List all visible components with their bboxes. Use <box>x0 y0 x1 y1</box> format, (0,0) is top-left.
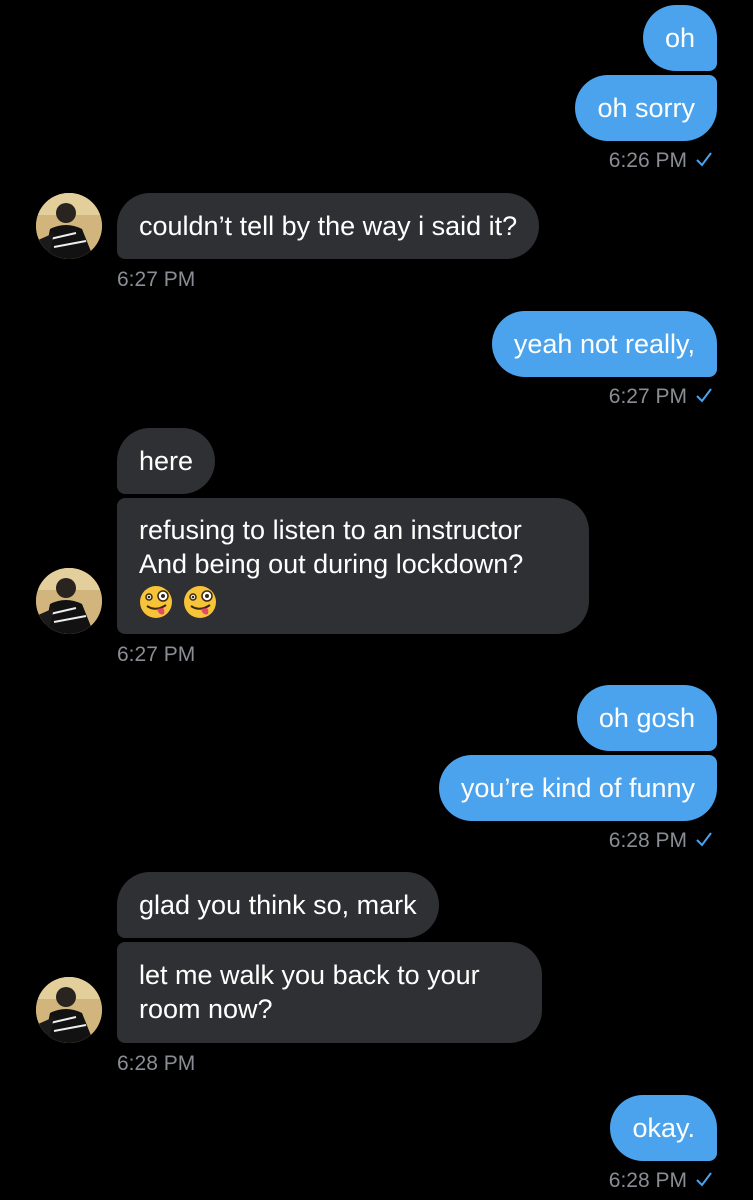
message-timestamp: 6:27 PM <box>117 643 195 667</box>
message-timestamp: 6:27 PM <box>609 385 713 409</box>
contact-avatar[interactable] <box>36 193 102 259</box>
message-text: here <box>139 446 194 476</box>
timestamp-text: 6:27 PM <box>117 268 196 291</box>
sent-message-bubble[interactable]: oh sorry <box>575 75 717 141</box>
sent-message-bubble[interactable]: okay. <box>610 1095 717 1161</box>
checkmark-icon <box>696 832 712 847</box>
timestamp-text: 6:26 PM <box>608 149 687 172</box>
zany-face-emoji <box>184 585 216 618</box>
received-message-bubble[interactable]: refusing to listen to an instructor And … <box>117 498 589 634</box>
timestamp-text: 6:28 PM <box>608 1169 687 1192</box>
message-text: okay. <box>632 1113 695 1143</box>
message-text: oh gosh <box>598 703 695 733</box>
contact-avatar[interactable] <box>36 568 102 634</box>
received-message-bubble[interactable]: couldn’t tell by the way i said it? <box>117 193 540 259</box>
message-timestamp: 6:27 PM <box>117 268 195 292</box>
sent-message-bubble[interactable]: oh gosh <box>576 685 717 751</box>
message-timestamp: 6:28 PM <box>117 1052 195 1076</box>
timestamp-text: 6:27 PM <box>608 385 687 408</box>
emoji-row <box>139 583 567 619</box>
sent-message-bubble[interactable]: you’re kind of funny <box>438 755 717 821</box>
message-text: yeah not really, <box>513 329 695 359</box>
message-text: glad you think so, mark <box>139 890 417 920</box>
checkmark-icon <box>696 152 712 167</box>
contact-avatar[interactable] <box>36 977 102 1043</box>
received-message-bubble[interactable]: glad you think so, mark <box>117 872 439 938</box>
message-timestamp: 6:28 PM <box>609 1169 713 1193</box>
sent-message-bubble[interactable]: yeah not really, <box>491 311 717 377</box>
avatar-image <box>36 568 102 634</box>
timestamp-text: 6:28 PM <box>117 1052 196 1075</box>
message-text-line: let me walk you back to your <box>139 960 480 990</box>
timestamp-text: 6:27 PM <box>117 643 196 666</box>
received-message-bubble[interactable]: let me walk you back to your room now? <box>117 942 542 1043</box>
message-text: oh sorry <box>597 93 695 123</box>
message-timestamp: 6:26 PM <box>609 149 713 173</box>
message-text: couldn’t tell by the way i said it? <box>139 211 518 241</box>
message-text: oh <box>664 23 695 53</box>
avatar-image <box>36 193 102 259</box>
message-text: you’re kind of funny <box>460 773 695 803</box>
message-timestamp: 6:28 PM <box>609 829 713 853</box>
received-message-bubble[interactable]: here <box>117 428 216 494</box>
checkmark-icon <box>696 388 712 403</box>
message-text-line: refusing to listen to an instructor <box>139 515 522 545</box>
timestamp-text: 6:28 PM <box>608 829 687 852</box>
checkmark-icon <box>696 1172 712 1187</box>
sent-message-bubble[interactable]: oh <box>642 5 717 71</box>
message-text-line: room now? <box>139 994 273 1024</box>
avatar-image <box>36 977 102 1043</box>
zany-face-emoji <box>140 585 172 618</box>
message-text-line: And being out during lockdown? <box>139 549 524 579</box>
